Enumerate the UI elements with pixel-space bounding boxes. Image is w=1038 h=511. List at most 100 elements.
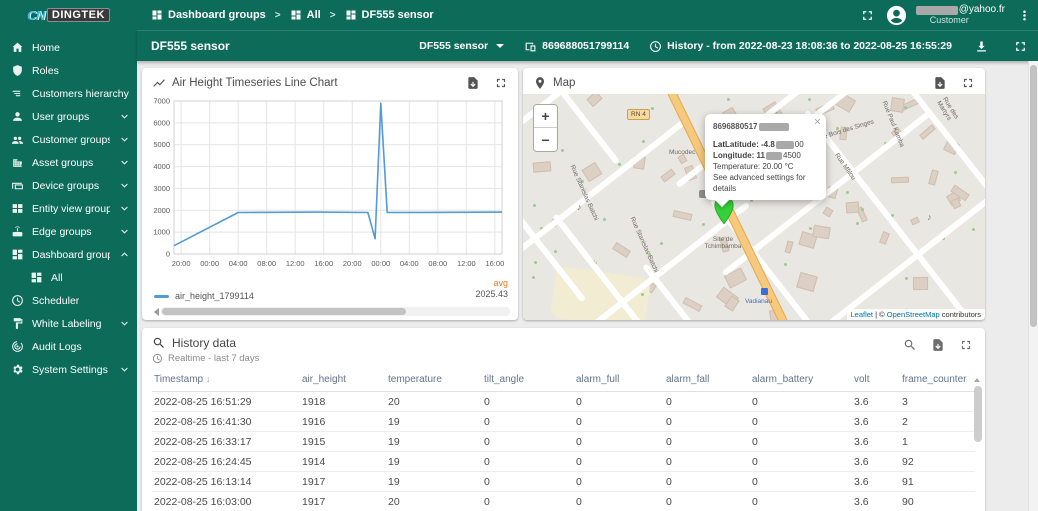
- table-cell: 0: [482, 392, 574, 412]
- hierarchy-icon: [11, 87, 24, 100]
- table-cell: 3.6: [852, 452, 900, 472]
- user-menu-button[interactable]: [1015, 6, 1034, 25]
- dashboard-content: Air Height Timeseries Line Chart 0100020…: [137, 61, 1038, 511]
- timewindow-button[interactable]: History - from 2022-08-23 18:08:36 to 20…: [649, 40, 952, 53]
- entity-select[interactable]: DF555 sensor: [419, 40, 504, 52]
- map-tree-dot: [532, 276, 535, 279]
- expand-widget-button[interactable]: [959, 74, 977, 92]
- table-cell: 0: [750, 492, 852, 511]
- zoom-in-button[interactable]: +: [534, 105, 557, 128]
- export-widget-button[interactable]: [464, 74, 482, 92]
- chart-horizontal-scrollbar[interactable]: [154, 307, 510, 316]
- sidebar-item-roles[interactable]: Roles: [0, 59, 137, 82]
- sidebar-item-all[interactable]: All: [0, 266, 137, 289]
- leaflet-link[interactable]: Leaflet: [851, 310, 874, 319]
- export-dashboard-button[interactable]: [972, 37, 991, 56]
- sidebar-item-dashboard-groups[interactable]: Dashboard groups: [0, 243, 137, 266]
- column-header-alarm-fall[interactable]: alarm_fall: [664, 370, 750, 392]
- table-search-button[interactable]: [901, 336, 919, 354]
- export-icon: [466, 76, 480, 90]
- table-row[interactable]: 2022-08-25 16:51:2919182000003.63: [152, 392, 975, 412]
- avatar[interactable]: [885, 4, 908, 27]
- table-row[interactable]: 2022-08-25 16:41:3019161900003.62: [152, 412, 975, 432]
- column-header-frame-counter[interactable]: frame_counter: [900, 370, 975, 392]
- expand-widget-button[interactable]: [492, 74, 510, 92]
- column-header-air-height[interactable]: air_height: [300, 370, 386, 392]
- sidebar-item-label: Scheduler: [32, 295, 79, 307]
- svg-text:20:00: 20:00: [343, 259, 362, 268]
- table-cell: 1917: [300, 472, 386, 492]
- table-cell: 0: [482, 472, 574, 492]
- map-tree-dot: [641, 293, 644, 296]
- scrollbar-thumb[interactable]: [162, 308, 406, 315]
- sidebar-item-white-labeling[interactable]: White Labeling: [0, 312, 137, 335]
- redacted-text: [759, 123, 789, 131]
- export-widget-button[interactable]: [929, 336, 947, 354]
- table-cell: 1918: [300, 392, 386, 412]
- map-canvas[interactable]: ♪♪ + − 8696880517 LatLatitude: -4.800 Lo…: [523, 94, 985, 320]
- sidebar-item-label: Device groups: [32, 180, 99, 192]
- map-street-label: Mucodec: [669, 149, 695, 156]
- dashboard-toolbar: DF555 sensor DF555 sensor 86968805179911…: [137, 30, 1038, 61]
- sidebar-item-home[interactable]: Home: [0, 36, 137, 59]
- column-header-volt[interactable]: volt: [852, 370, 900, 392]
- breadcrumb-item-df555-sensor[interactable]: DF555 sensor: [345, 9, 434, 21]
- page-scrollbar[interactable]: [1028, 61, 1038, 511]
- column-header-alarm-full[interactable]: alarm_full: [574, 370, 664, 392]
- sidebar-item-label: System Settings: [32, 364, 108, 376]
- sidebar-item-customers-hierarchy[interactable]: Customers hierarchy: [0, 82, 137, 105]
- map-building: [784, 240, 793, 253]
- table-cell: 0: [750, 432, 852, 452]
- page-scrollbar-thumb[interactable]: [1030, 65, 1037, 327]
- fullscreen-button[interactable]: [858, 6, 877, 25]
- dashboard-fullscreen-button[interactable]: [1011, 37, 1030, 56]
- breadcrumb-item-dashboard-groups[interactable]: Dashboard groups: [151, 9, 266, 21]
- table-cell: 0: [574, 452, 664, 472]
- scroll-up-arrow-icon[interactable]: [974, 378, 980, 382]
- fullscreen-icon: [860, 8, 875, 23]
- scrollbar-thumb[interactable]: [974, 386, 982, 442]
- sidebar-item-user-groups[interactable]: User groups: [0, 105, 137, 128]
- map-tree-dot: [702, 223, 705, 226]
- table-row[interactable]: 2022-08-25 16:24:4519141900003.692: [152, 452, 975, 472]
- dashboard-screen: CN DINGTEK Dashboard groups>All>DF555 se…: [0, 0, 1038, 511]
- scroll-left-arrow-icon[interactable]: [154, 308, 159, 316]
- table-row[interactable]: 2022-08-25 16:03:0019172000003.690: [152, 492, 975, 511]
- sidebar-item-scheduler[interactable]: Scheduler: [0, 289, 137, 312]
- column-header-timestamp[interactable]: Timestamp ↓: [152, 370, 300, 392]
- table-vertical-scrollbar[interactable]: [974, 386, 982, 511]
- sidebar-item-customer-groups[interactable]: Customer groups: [0, 128, 137, 151]
- chart-legend[interactable]: air_height_1799114: [154, 291, 254, 301]
- sidebar-item-audit-logs[interactable]: Audit Logs: [0, 335, 137, 358]
- sidebar-item-edge-groups[interactable]: Edge groups: [0, 220, 137, 243]
- chevron-up-icon: [118, 248, 131, 261]
- svg-text:6000: 6000: [153, 118, 170, 127]
- table-row[interactable]: 2022-08-25 16:13:1419171900003.691: [152, 472, 975, 492]
- column-header-tilt-angle[interactable]: tilt_angle: [482, 370, 574, 392]
- table-row[interactable]: 2022-08-25 16:33:1719151900003.61: [152, 432, 975, 452]
- breadcrumb-item-all[interactable]: All: [290, 9, 321, 21]
- map-street-label: Vadianau: [745, 298, 772, 305]
- user-block[interactable]: @yahoo.fr Customer: [916, 5, 1005, 25]
- column-header-alarm-battery[interactable]: alarm_battery: [750, 370, 852, 392]
- expand-widget-button[interactable]: [957, 336, 975, 354]
- sidebar-item-asset-groups[interactable]: Asset groups: [0, 151, 137, 174]
- devices-icon: [11, 179, 24, 192]
- map-tree-dot: [642, 140, 645, 143]
- osm-link[interactable]: OpenStreetMap: [887, 310, 940, 319]
- table-cell: 19: [386, 452, 482, 472]
- export-icon: [931, 338, 945, 352]
- sidebar-item-system-settings[interactable]: System Settings: [0, 358, 137, 381]
- popup-close-button[interactable]: [813, 117, 822, 129]
- zoom-out-button[interactable]: −: [534, 128, 557, 151]
- device-id-chip[interactable]: 869688051799114: [524, 40, 629, 53]
- table-timewindow[interactable]: Realtime - last 7 days: [152, 353, 259, 364]
- export-widget-button[interactable]: [931, 74, 949, 92]
- table-cell: 3.6: [852, 392, 900, 412]
- table-cell: 2022-08-25 16:24:45: [152, 452, 300, 472]
- sidebar-item-entity-view-groups[interactable]: Entity view groups: [0, 197, 137, 220]
- sidebar-item-device-groups[interactable]: Device groups: [0, 174, 137, 197]
- fullscreen-icon: [1013, 39, 1028, 54]
- column-header-temperature[interactable]: temperature: [386, 370, 482, 392]
- scrollbar-track[interactable]: [161, 307, 510, 316]
